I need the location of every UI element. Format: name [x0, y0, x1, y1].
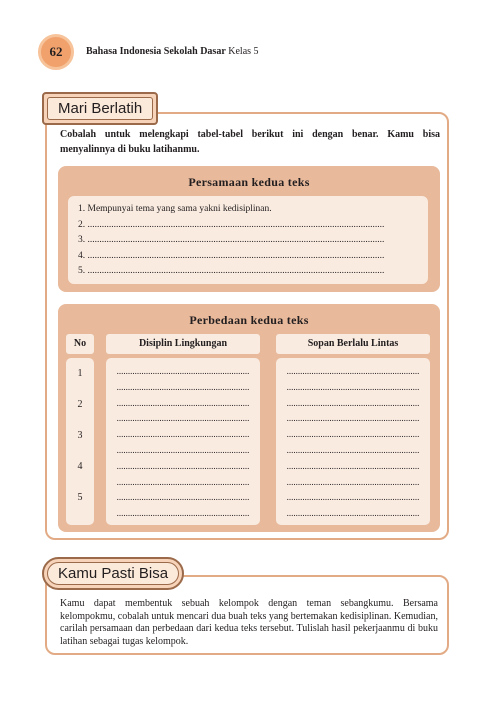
- blank-line: ........................................…: [286, 508, 420, 519]
- book-title: Bahasa Indonesia Sekolah Dasar: [86, 46, 226, 57]
- row-number: 3: [77, 430, 83, 441]
- blank-line: ........................................…: [116, 381, 250, 392]
- practice-instruction: Cobalah untuk melengkapi tabel-tabel ber…: [60, 129, 440, 155]
- number-column: 1 2 3 4 5: [66, 358, 94, 525]
- blank-line: ........................................…: [116, 413, 250, 424]
- blank-line: ........................................…: [116, 366, 250, 376]
- blank-line: ........................................…: [286, 444, 420, 455]
- page-number: 62: [49, 44, 63, 59]
- blank-line: ........................................…: [286, 366, 420, 376]
- similarity-item: 4. .....................................…: [78, 250, 385, 261]
- similarities-title: Persamaan kedua teks: [188, 175, 310, 189]
- row-number: 2: [77, 399, 83, 410]
- practice-heading-tab: Mari Berlatih: [42, 92, 159, 125]
- blank-line: ........................................…: [286, 397, 420, 408]
- similarity-item: 5. .....................................…: [78, 266, 385, 276]
- row-number: 5: [77, 492, 83, 503]
- row-number: 4: [77, 461, 83, 472]
- group-task-heading: Kamu Pasti Bisa: [47, 562, 180, 585]
- differences-panel: Perbedaan kedua teks No Disiplin Lingkun…: [58, 304, 440, 532]
- class-label: Kelas 5: [228, 46, 259, 57]
- blank-line: ........................................…: [116, 429, 250, 440]
- column-header-disiplin-lingkungan: Disiplin Lingkungan: [106, 334, 260, 354]
- similarity-item: 3. .....................................…: [78, 235, 385, 245]
- blank-line: ........................................…: [286, 413, 420, 424]
- page-number-badge: 62: [38, 34, 74, 70]
- similarities-list: 1. Mempunyai tema yang sama yakni kedisi…: [68, 196, 428, 284]
- row-number: 1: [77, 368, 83, 379]
- similarity-item: 2. .....................................…: [78, 219, 385, 230]
- blank-line: ........................................…: [286, 492, 420, 503]
- blank-line: ........................................…: [116, 476, 250, 487]
- similarities-panel: Persamaan kedua teks 1. Mempunyai tema y…: [58, 166, 440, 292]
- blank-line: ........................................…: [116, 444, 250, 455]
- group-task-heading-tab: Kamu Pasti Bisa: [42, 557, 185, 590]
- blank-line: ........................................…: [116, 492, 250, 503]
- disiplin-lingkungan-column: ........................................…: [106, 358, 260, 525]
- blank-line: ........................................…: [286, 429, 420, 440]
- similarity-item: 1. Mempunyai tema yang sama yakni kedisi…: [78, 204, 272, 214]
- group-task-text: Kamu dapat membentuk sebuah kelompok den…: [60, 598, 438, 647]
- blank-line: ........................................…: [116, 508, 250, 519]
- column-header-sopan-berlalu-lintas: Sopan Berlalu Lintas: [276, 334, 430, 354]
- blank-line: ........................................…: [286, 381, 420, 392]
- blank-line: ........................................…: [286, 476, 420, 487]
- differences-title: Perbedaan kedua teks: [189, 313, 309, 327]
- blank-line: ........................................…: [286, 460, 420, 471]
- running-header: Bahasa Indonesia Sekolah Dasar Kelas 5: [86, 46, 259, 57]
- column-header-no: No: [66, 334, 94, 354]
- practice-heading: Mari Berlatih: [47, 97, 154, 120]
- sopan-berlalu-lintas-column: ........................................…: [276, 358, 430, 525]
- blank-line: ........................................…: [116, 397, 250, 408]
- blank-line: ........................................…: [116, 460, 250, 471]
